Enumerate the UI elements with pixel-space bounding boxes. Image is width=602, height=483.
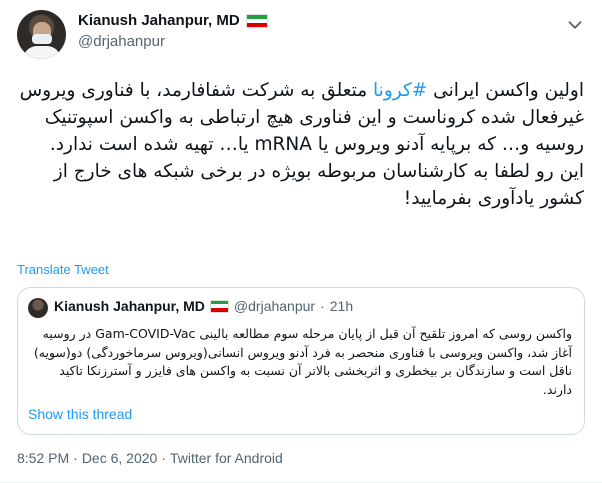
tweet-meta: 8:52 PM · Dec 6, 2020 · Twitter for Andr…: [17, 450, 283, 466]
quoted-author-name: Kianush Jahanpur, MD: [54, 298, 205, 314]
tweet-source[interactable]: Twitter for Android: [170, 450, 283, 466]
hashtag-link[interactable]: #کرونا: [373, 80, 427, 101]
tweet-time[interactable]: 8:52 PM: [17, 450, 69, 466]
chevron-down-icon[interactable]: [564, 14, 586, 36]
quoted-text: واکسن روسی که امروز تلقیح آن قبل از پایا…: [33, 326, 572, 397]
show-thread-link[interactable]: Show this thread: [28, 406, 132, 422]
translate-tweet-link[interactable]: Translate Tweet: [17, 262, 109, 277]
quoted-author-handle: @drjahanpur: [233, 298, 316, 314]
iran-flag-icon: [245, 13, 268, 28]
quoted-timestamp: 21h: [329, 298, 354, 314]
dot-separator: ·: [161, 450, 166, 466]
tweet-paragraph-2: این رو لطفا به کارشناسان مربوطه بویژه در…: [53, 161, 584, 209]
quoted-avatar[interactable]: [28, 298, 48, 318]
author-name-row: Kianush Jahanpur, MD: [78, 12, 268, 29]
tweet: Kianush Jahanpur, MD @drjahanpur اولین و…: [0, 0, 602, 483]
tweet-paragraph-1: اولین واکسن ایرانی #کرونا متعلق به شرکت …: [17, 77, 584, 158]
quoted-header: Kianush Jahanpur, MD @drjahanpur · 21h: [54, 298, 353, 314]
avatar[interactable]: [17, 10, 66, 59]
author-name[interactable]: Kianush Jahanpur, MD: [78, 12, 240, 29]
author-handle[interactable]: @drjahanpur: [78, 33, 165, 50]
tweet-text: اولین واکسن ایرانی #کرونا متعلق به شرکت …: [17, 77, 584, 212]
dot-separator: ·: [73, 450, 78, 466]
tweet-date[interactable]: Dec 6, 2020: [82, 450, 158, 466]
dot-separator: ·: [320, 298, 325, 314]
quoted-tweet[interactable]: Kianush Jahanpur, MD @drjahanpur · 21h و…: [17, 287, 585, 435]
iran-flag-icon: [209, 299, 229, 313]
tweet-text-start: اولین واکسن ایرانی: [427, 80, 584, 101]
